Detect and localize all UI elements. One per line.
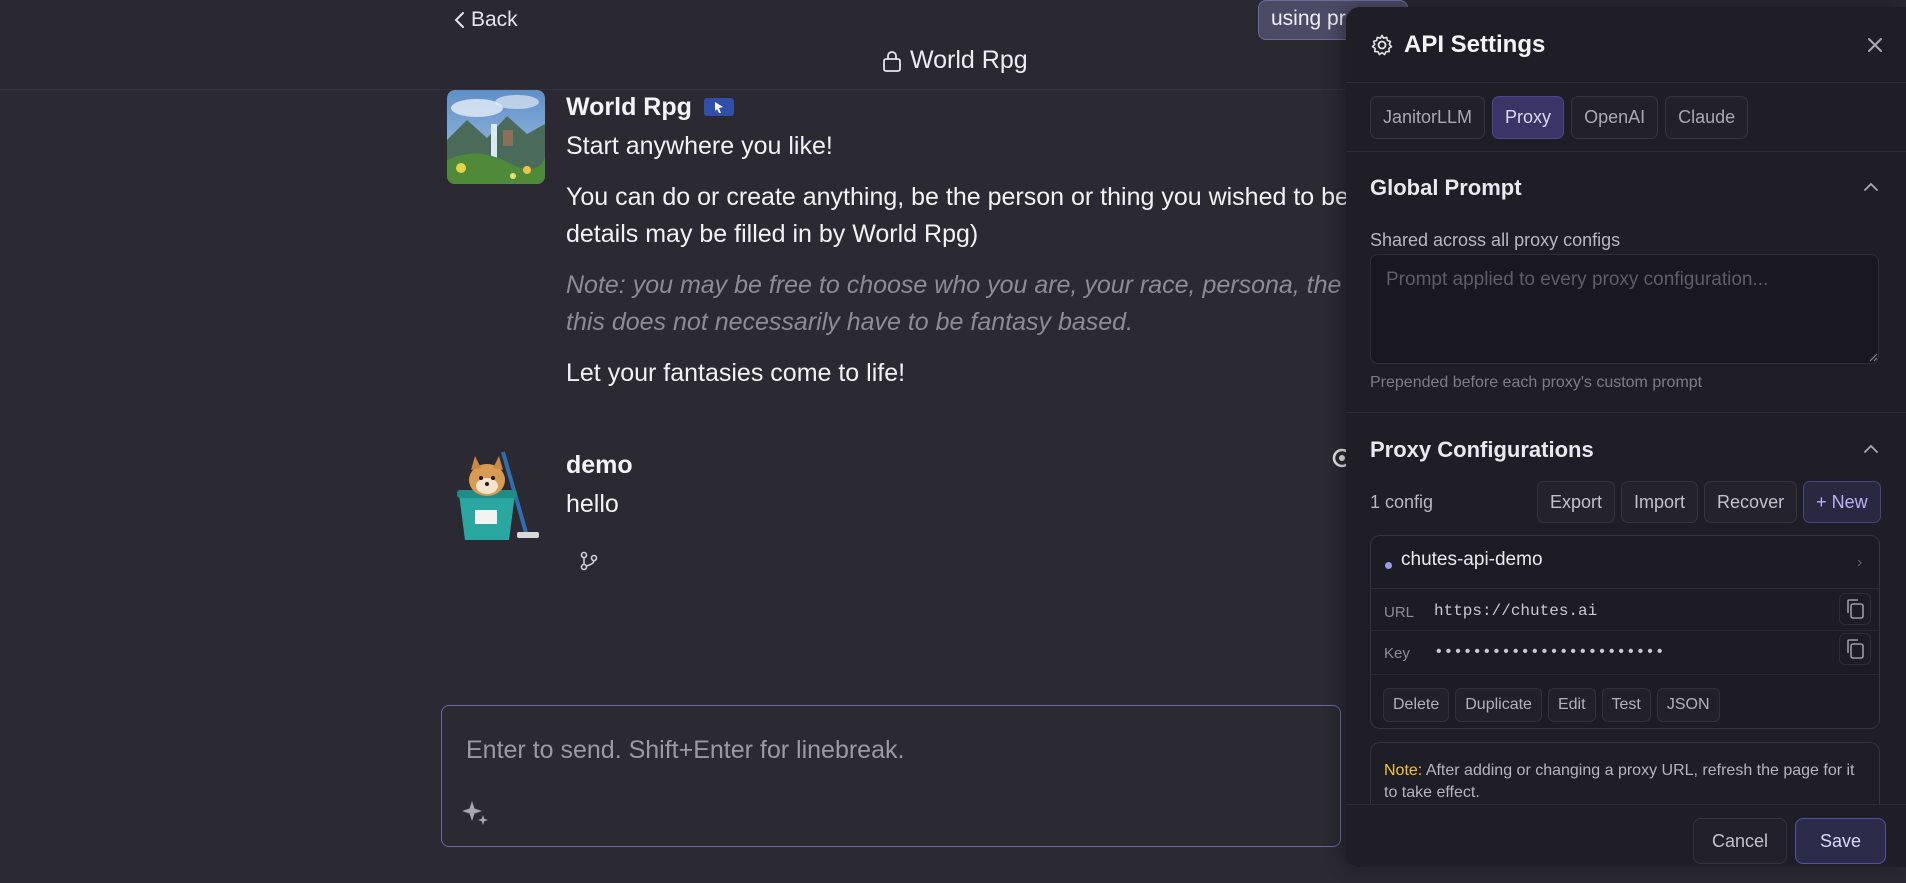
url-value: https://chutes.ai — [1434, 602, 1598, 620]
delete-button[interactable]: Delete — [1383, 688, 1450, 722]
message-paragraph: Start anywhere you like! — [566, 132, 833, 160]
key-value: •••••••••••••••••••••••• — [1434, 643, 1665, 661]
avatar[interactable] — [447, 90, 545, 184]
provider-tabs: JanitorLLM Proxy OpenAI Claude — [1370, 96, 1749, 139]
status-dot — [1385, 562, 1392, 569]
back-button[interactable]: Back — [453, 8, 518, 32]
message-line: this does not necessarily have to be fan… — [566, 308, 1134, 336]
recover-button[interactable]: Recover — [1704, 481, 1798, 523]
tab-openai[interactable]: OpenAI — [1571, 96, 1659, 139]
proxy-config-card: chutes-api-demo › URL https://chutes.ai … — [1370, 535, 1880, 729]
message-bot: World Rpg Start anywhere you like! You c… — [447, 90, 1396, 410]
sparkle-icon[interactable] — [461, 798, 491, 828]
test-button[interactable]: Test — [1601, 688, 1651, 722]
panel-footer: Cancel Save — [1346, 804, 1906, 867]
sender-name: World Rpg — [566, 92, 692, 121]
avatar[interactable] — [447, 448, 545, 542]
message-paragraph: You can do or create anything, be the pe… — [566, 179, 1366, 253]
message-user: demo hello — [447, 448, 1347, 548]
bot-badge-icon — [714, 102, 723, 113]
config-card-actions: Delete Duplicate Edit Test JSON — [1383, 688, 1720, 722]
global-prompt-hint: Prepended before each proxy's custom pro… — [1370, 374, 1703, 391]
message-composer — [441, 705, 1341, 847]
panel-title: API Settings — [1404, 31, 1546, 58]
config-count: 1 config — [1370, 492, 1434, 512]
proxy-note: Note: After adding or changing a proxy U… — [1370, 742, 1880, 804]
tab-proxy[interactable]: Proxy — [1492, 96, 1565, 139]
tab-janitorllm[interactable]: JanitorLLM — [1370, 96, 1486, 139]
message-line: details may be filled in by World Rpg) — [566, 220, 979, 248]
branch-icon[interactable] — [578, 550, 600, 572]
cancel-button[interactable]: Cancel — [1693, 818, 1788, 864]
message-paragraph: hello — [566, 490, 619, 518]
sender-name: demo — [566, 450, 633, 479]
note-text: After adding or changing a proxy URL, re… — [1384, 762, 1855, 801]
lock-icon — [883, 50, 901, 72]
message-line: Note: you may be free to choose who you … — [566, 271, 1396, 299]
panel-header: API Settings — [1346, 7, 1906, 83]
global-prompt-subtitle: Shared across all proxy configs — [1370, 230, 1621, 250]
message-note: Note: you may be free to choose who you … — [566, 267, 1396, 341]
divider — [1346, 151, 1906, 152]
message-paragraph: Let your fantasies come to life! — [566, 359, 906, 387]
url-label: URL — [1384, 604, 1415, 621]
back-label: Back — [471, 8, 518, 31]
divider — [1371, 674, 1879, 675]
message-sender: World Rpg — [566, 90, 1366, 124]
copy-url-button[interactable] — [1839, 593, 1871, 625]
duplicate-button[interactable]: Duplicate — [1455, 688, 1542, 722]
key-label: Key — [1384, 645, 1410, 662]
tab-claude[interactable]: Claude — [1665, 96, 1749, 139]
note-label: Note: — [1384, 762, 1423, 779]
new-config-button[interactable]: + New — [1803, 481, 1881, 523]
save-button[interactable]: Save — [1795, 818, 1887, 864]
divider — [1371, 630, 1879, 631]
export-button[interactable]: Export — [1537, 481, 1616, 523]
chevron-right-icon: › — [1857, 554, 1863, 571]
divider — [1346, 412, 1906, 413]
message-sender: demo — [566, 448, 1366, 482]
resize-grip-icon[interactable] — [1868, 352, 1878, 362]
message-input[interactable] — [466, 736, 1326, 765]
global-prompt-title: Global Prompt — [1370, 175, 1522, 200]
message-line: You can do or create anything, be the pe… — [566, 183, 1356, 211]
json-button[interactable]: JSON — [1656, 688, 1720, 722]
proxy-configs-title: Proxy Configurations — [1370, 437, 1594, 462]
edit-button[interactable]: Edit — [1547, 688, 1596, 722]
api-settings-panel: API Settings JanitorLLM Proxy OpenAI Cla… — [1346, 7, 1906, 867]
bot-badge — [703, 98, 734, 116]
config-name: chutes-api-demo — [1401, 549, 1543, 570]
copy-key-button[interactable] — [1839, 633, 1871, 665]
chevron-up-icon[interactable] — [1863, 182, 1879, 192]
chat-title: World Rpg — [882, 46, 1028, 75]
global-prompt-input[interactable] — [1370, 254, 1879, 364]
copy-icon — [1847, 599, 1864, 619]
import-button[interactable]: Import — [1621, 481, 1699, 523]
close-icon[interactable] — [1864, 34, 1886, 56]
chevron-up-icon[interactable] — [1863, 444, 1879, 454]
chat-title-text: World Rpg — [910, 46, 1028, 74]
config-actions: Export Import Recover + New — [1537, 481, 1881, 523]
message-content: demo hello — [566, 448, 1366, 523]
chevron-left-icon — [454, 12, 464, 28]
gear-icon — [1371, 34, 1393, 56]
config-card-header[interactable]: chutes-api-demo › — [1371, 536, 1879, 589]
copy-icon — [1847, 639, 1864, 659]
message-content: World Rpg Start anywhere you like! You c… — [566, 90, 1396, 392]
